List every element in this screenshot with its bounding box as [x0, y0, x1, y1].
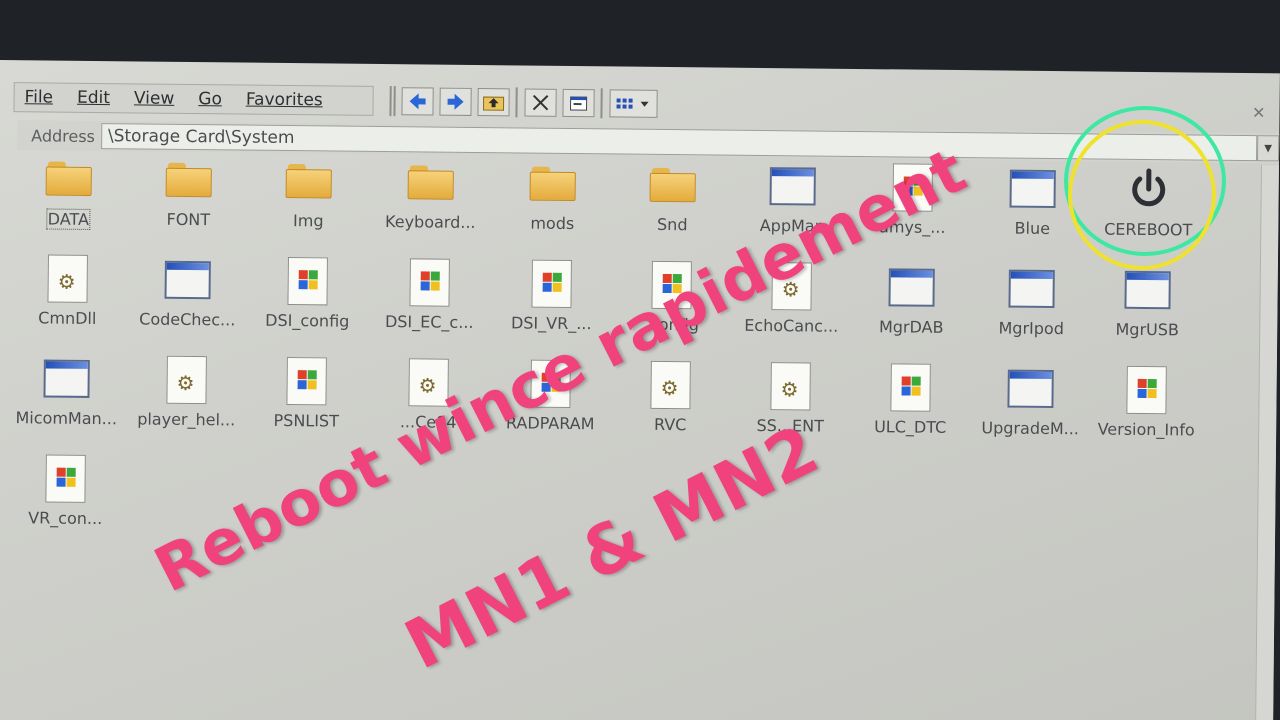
file-label: ULC_DTC: [874, 417, 947, 437]
file-label: UpgradeM...: [981, 418, 1080, 439]
file-item[interactable]: ULC_DTC: [850, 363, 971, 456]
highlight-circle-yellow: [1068, 120, 1216, 270]
back-button[interactable]: [401, 87, 434, 116]
application-icon: [1009, 169, 1056, 209]
forward-arrow-icon: [447, 93, 464, 110]
file-label: MgrUSB: [1115, 319, 1180, 340]
menu-view[interactable]: View: [124, 88, 185, 109]
cut-button[interactable]: [524, 88, 557, 117]
file-item[interactable]: Snd: [612, 160, 733, 253]
file-item[interactable]: VR_con...: [5, 454, 126, 547]
file-label: MicomMan...: [15, 408, 118, 429]
folder-icon: [165, 162, 212, 198]
application-icon: [1008, 269, 1055, 309]
dll-gear-icon: [770, 362, 811, 411]
properties-button[interactable]: [562, 88, 595, 118]
config-file-icon: [286, 357, 327, 406]
file-item[interactable]: CodeChec...: [127, 255, 248, 348]
file-label: Version_Info: [1097, 419, 1195, 440]
folder-icon: [45, 161, 92, 196]
folder-icon: [285, 164, 332, 199]
config-file-icon: [45, 454, 86, 503]
file-label: DSI_EC_c...: [384, 312, 474, 332]
menu-bar: File Edit View Go Favorites: [13, 82, 374, 116]
back-arrow-icon: [409, 93, 426, 110]
dll-gear-icon: [166, 355, 207, 405]
up-folder-icon: [482, 96, 505, 111]
address-dropdown[interactable]: ▼: [1257, 135, 1280, 162]
folder-icon: [407, 165, 454, 200]
file-label: Snd: [656, 214, 688, 235]
toolbar-separator-2: [600, 88, 604, 119]
file-item[interactable]: player_hel...: [126, 355, 247, 448]
file-label: DATA: [46, 208, 91, 230]
toolbar-grip[interactable]: [389, 86, 396, 117]
file-item[interactable]: Version_Info: [1086, 365, 1207, 458]
config-file-icon: [287, 257, 328, 306]
file-label: Keyboard...: [384, 212, 476, 232]
file-label: FONT: [166, 209, 211, 230]
file-label: MgrDAB: [878, 317, 944, 337]
file-item[interactable]: MgrDAB: [851, 263, 972, 356]
file-item[interactable]: mods: [492, 159, 613, 252]
application-icon: [1007, 369, 1054, 409]
toolbar-separator: [515, 87, 519, 118]
file-item[interactable]: DSI_config: [247, 257, 368, 350]
file-item[interactable]: UpgradeM...: [970, 364, 1091, 457]
dll-gear-icon: [47, 254, 88, 303]
forward-button[interactable]: [439, 87, 472, 116]
view-button[interactable]: [609, 89, 658, 118]
file-item[interactable]: Img: [248, 157, 369, 250]
file-label: MgrIpod: [998, 318, 1065, 339]
view-icon: [616, 98, 649, 109]
file-label: mods: [530, 213, 575, 234]
application-icon: [164, 260, 211, 300]
file-item[interactable]: MgrUSB: [1087, 265, 1208, 358]
file-label: Img: [293, 211, 324, 231]
file-label: PSNLIST: [273, 410, 340, 431]
menu-file[interactable]: File: [15, 87, 64, 108]
application-icon: [888, 268, 935, 307]
application-icon: [1124, 270, 1171, 310]
file-item[interactable]: DSI_EC_c...: [369, 258, 490, 351]
config-file-icon: [531, 259, 572, 308]
config-file-icon: [890, 363, 931, 412]
folder-icon: [649, 167, 696, 203]
file-label: Blue: [1014, 218, 1051, 239]
menu-go[interactable]: Go: [188, 89, 232, 109]
config-file-icon: [1126, 365, 1167, 415]
dll-gear-icon: [650, 360, 691, 410]
menu-favorites[interactable]: Favorites: [236, 89, 333, 111]
address-label: Address: [31, 125, 96, 146]
file-label: CodeChec...: [139, 309, 236, 330]
file-label: DSI_config: [265, 310, 350, 331]
up-folder-button[interactable]: [477, 88, 510, 117]
file-item[interactable]: Keyboard...: [370, 158, 491, 251]
application-icon: [43, 359, 90, 398]
file-list: DATA FONT Img Keyboard... mods Snd AppMan amys_…: [0, 152, 1261, 720]
file-item[interactable]: CmnDll: [7, 254, 128, 347]
toolbar: [383, 84, 669, 121]
file-label: VR_con...: [28, 508, 103, 529]
file-item[interactable]: MicomMan...: [6, 354, 127, 447]
file-item[interactable]: MgrIpod: [971, 264, 1092, 357]
file-item[interactable]: FONT: [128, 155, 249, 248]
folder-icon: [529, 166, 576, 202]
file-label: EchoCanc...: [744, 315, 839, 336]
file-label: player_hel...: [137, 409, 236, 430]
close-icon[interactable]: ✕: [1252, 103, 1266, 122]
cut-icon: [532, 94, 549, 111]
file-label: CmnDll: [38, 308, 97, 329]
application-icon: [769, 167, 816, 206]
menu-edit[interactable]: Edit: [67, 88, 120, 109]
config-file-icon: [409, 258, 450, 307]
file-label: RVC: [653, 414, 687, 435]
file-item[interactable]: DATA: [8, 154, 129, 247]
properties-icon: [570, 96, 588, 111]
